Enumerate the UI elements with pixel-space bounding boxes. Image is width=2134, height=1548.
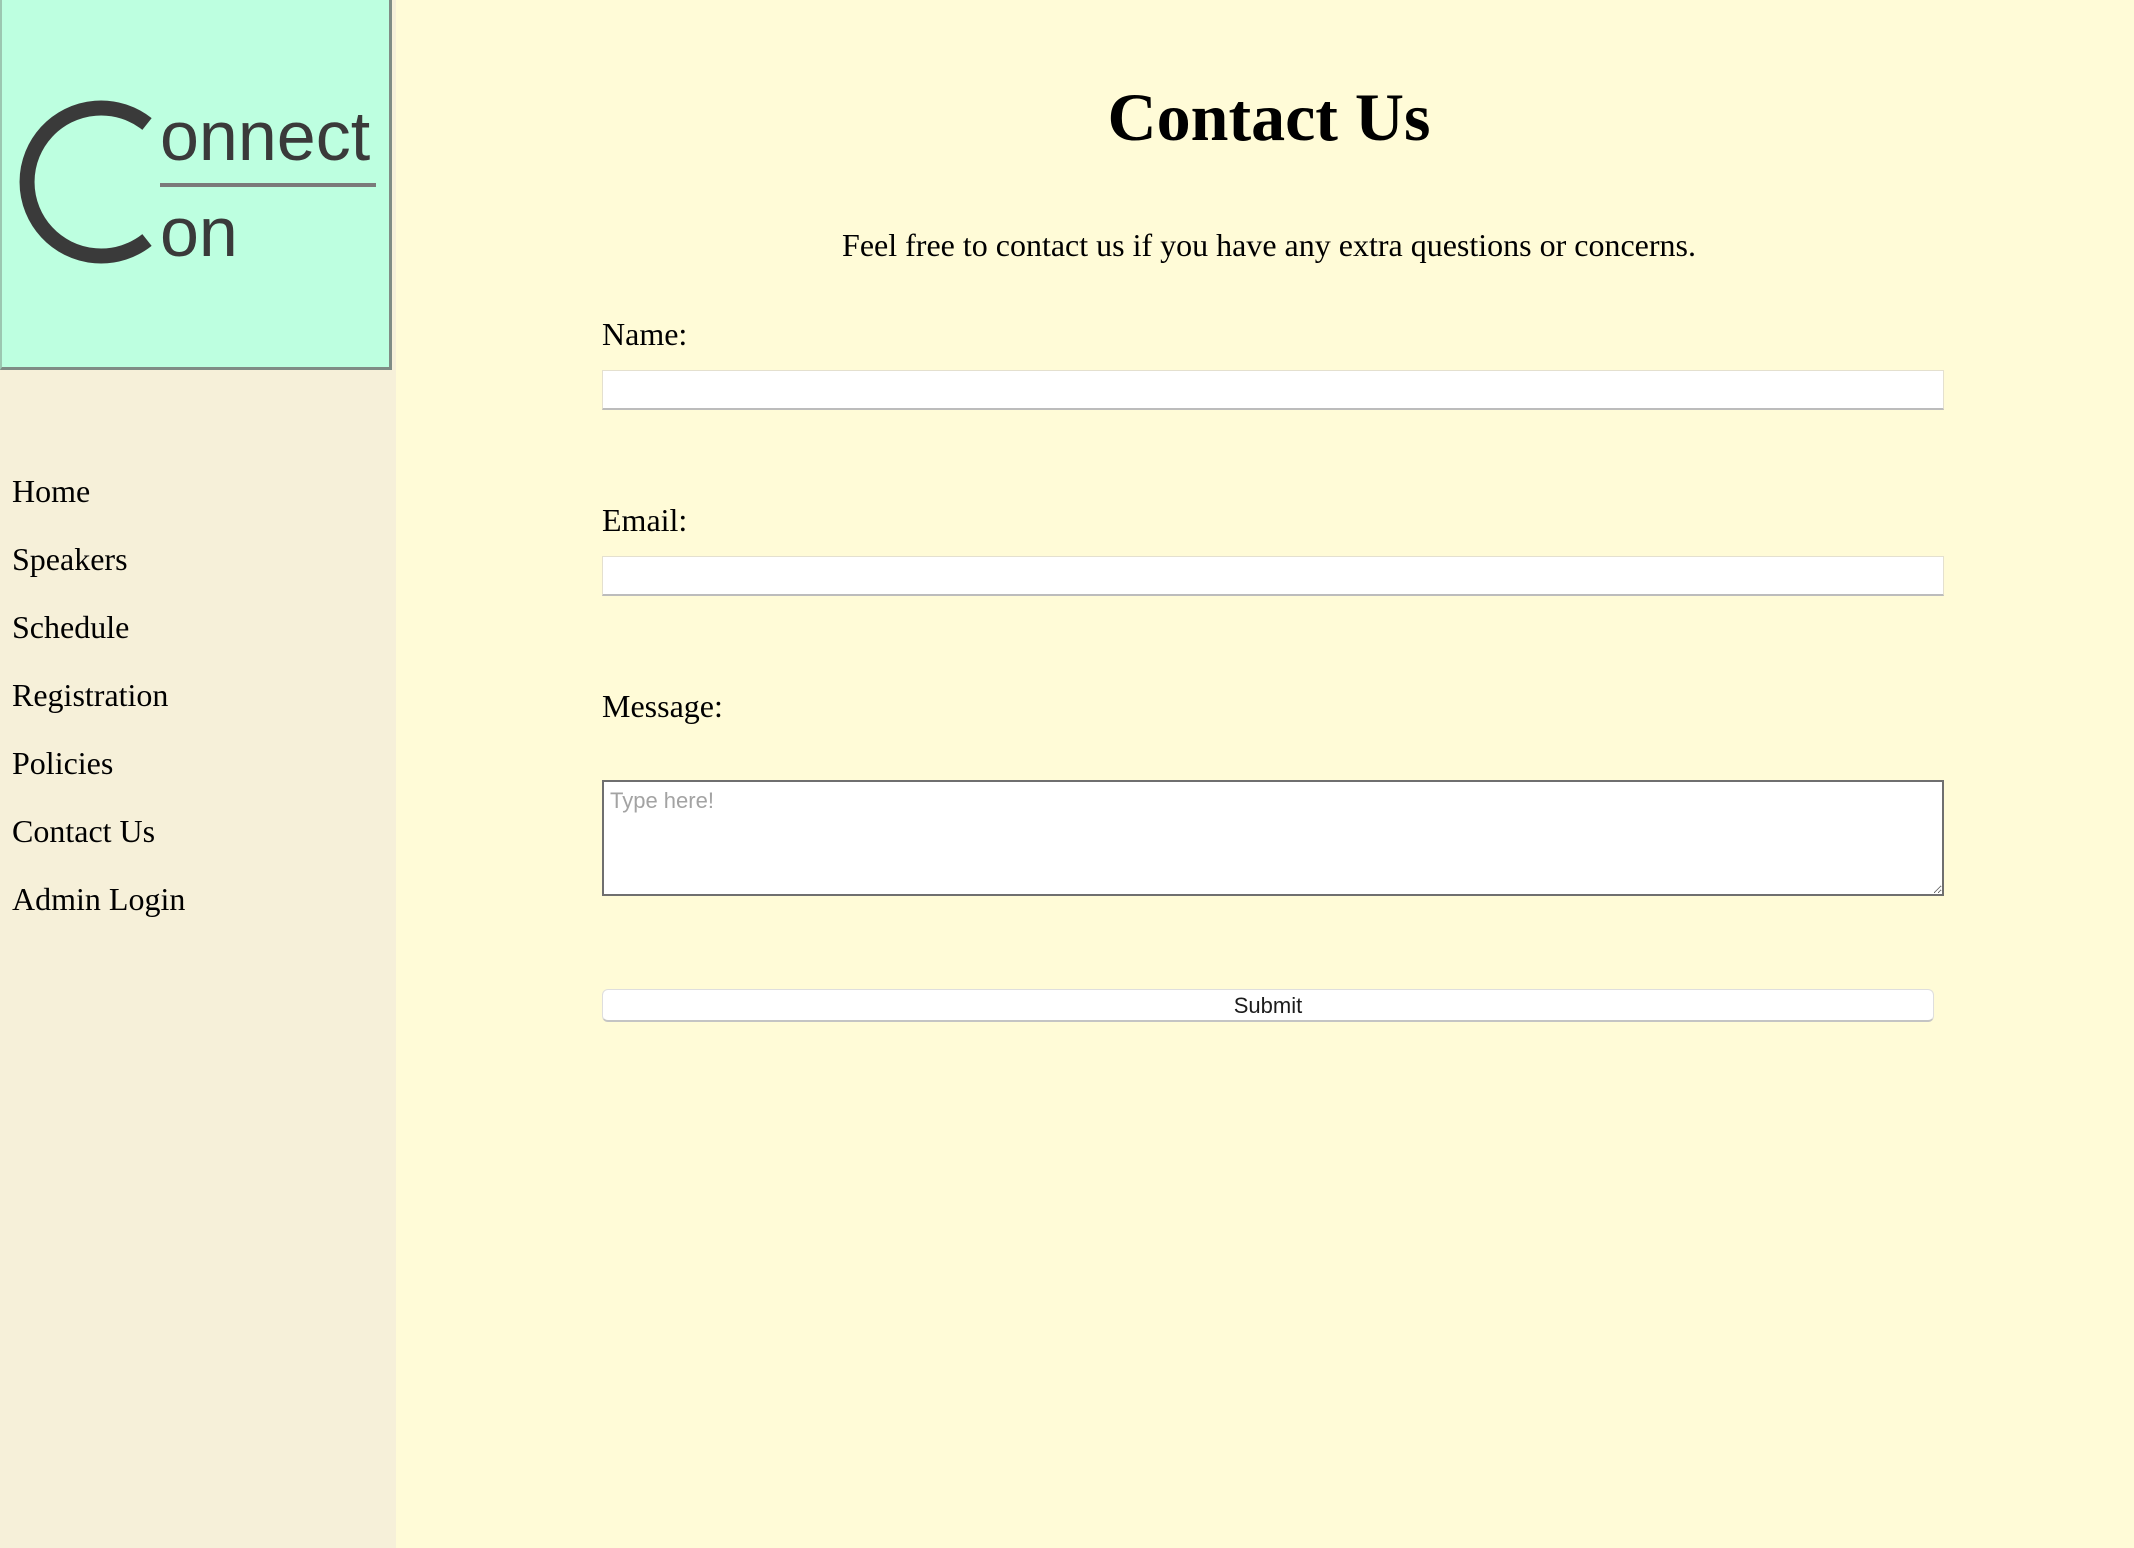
nav-item-speakers[interactable]: Speakers	[12, 537, 185, 605]
nav-item-admin-login[interactable]: Admin Login	[12, 877, 185, 945]
message-textarea[interactable]	[602, 780, 1944, 896]
logo-text-con: on	[160, 193, 238, 271]
sidebar-nav: Home Speakers Schedule Registration Poli…	[12, 469, 185, 945]
connect-con-logo[interactable]: onnect on	[0, 0, 392, 370]
name-label: Name:	[602, 316, 688, 352]
email-label: Email:	[602, 502, 688, 538]
submit-button[interactable]: Submit	[602, 989, 1934, 1022]
nav-item-schedule[interactable]: Schedule	[12, 605, 185, 673]
nav-item-policies[interactable]: Policies	[12, 741, 185, 809]
name-input[interactable]	[602, 370, 1944, 410]
page: onnect on Home Speakers Schedule Registr…	[0, 0, 2134, 1548]
logo-text-connect: onnect	[160, 97, 370, 175]
main-content: Contact Us Feel free to contact us if yo…	[396, 0, 2134, 1548]
intro-text: Feel free to contact us if you have any …	[842, 227, 1696, 263]
message-label: Message:	[602, 688, 723, 724]
nav-item-home[interactable]: Home	[12, 469, 185, 537]
nav-item-contact-us[interactable]: Contact Us	[12, 809, 185, 877]
email-input[interactable]	[602, 556, 1944, 596]
sidebar: onnect on Home Speakers Schedule Registr…	[0, 0, 396, 1548]
nav-item-registration[interactable]: Registration	[12, 673, 185, 741]
logo-c-arc	[19, 100, 152, 264]
logo-graphic: onnect on	[19, 97, 376, 271]
page-title: Contact Us	[1107, 79, 1431, 155]
